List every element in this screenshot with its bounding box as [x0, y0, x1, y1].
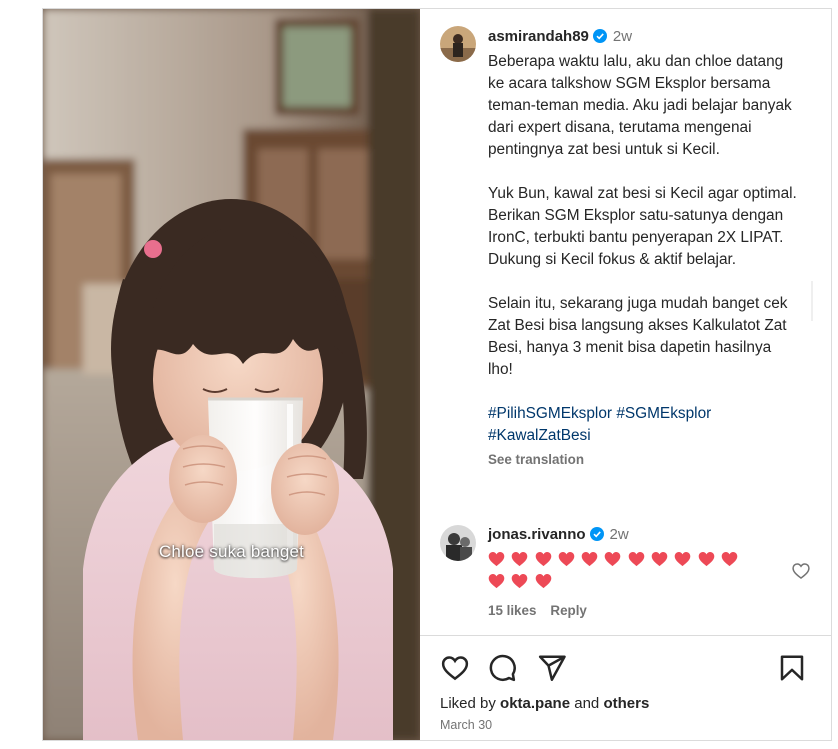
red-heart-emoji-icon	[721, 551, 738, 567]
scrollbar[interactable]	[811, 281, 813, 321]
red-heart-emoji-icon	[581, 551, 598, 567]
video-caption-overlay: Chloe suka banget	[158, 542, 305, 561]
post-time[interactable]: 2w	[613, 28, 632, 45]
comment-likes-count[interactable]: 15 likes	[488, 603, 536, 618]
verified-badge-icon	[589, 527, 604, 541]
liked-by-prefix: Liked by	[440, 695, 496, 712]
red-heart-emoji-icon	[511, 551, 528, 567]
caption-paragraph: Yuk Bun, kawal zat besi si Kecil agar op…	[488, 185, 797, 268]
red-heart-emoji-icon	[535, 551, 552, 567]
reply-button[interactable]: Reply	[550, 603, 586, 618]
red-heart-emoji-icon	[651, 551, 668, 567]
see-translation-button[interactable]: See translation	[488, 449, 798, 471]
red-heart-emoji-icon	[535, 573, 552, 589]
comment-meta: 15 likes Reply	[488, 603, 601, 618]
red-heart-emoji-icon	[488, 551, 505, 567]
comment-header: jonas.rivanno 2w	[488, 526, 629, 544]
red-heart-emoji-icon	[488, 573, 505, 589]
hashtag-link[interactable]: #PilihSGMEksplor	[488, 405, 612, 422]
bookmark-icon[interactable]	[777, 653, 807, 683]
speech-bubble-icon[interactable]	[487, 653, 517, 683]
liked-by-others-link[interactable]: others	[603, 695, 649, 712]
liked-by-user-link[interactable]: okta.pane	[500, 695, 570, 712]
commenter-avatar[interactable]	[440, 525, 476, 561]
red-heart-emoji-icon	[604, 551, 621, 567]
comment-time[interactable]: 2w	[610, 526, 629, 543]
divider	[420, 635, 831, 636]
post-photo	[43, 9, 420, 740]
instagram-post: Chloe suka banget asmirandah89 2w Beberap…	[42, 8, 832, 741]
post-caption: Beberapa waktu lalu, aku dan chloe datan…	[488, 51, 798, 471]
verified-badge-icon	[592, 29, 607, 43]
post-media[interactable]: Chloe suka banget	[43, 9, 420, 740]
hashtag-link[interactable]: #KawalZatBesi	[488, 427, 591, 444]
caption-paragraph: Selain itu, sekarang juga mudah banget c…	[488, 295, 788, 378]
liked-by-and: and	[574, 695, 600, 712]
caption-hashtags: #PilihSGMEksplor #SGMEksplor #KawalZatBes…	[488, 403, 798, 447]
red-heart-emoji-icon	[511, 573, 528, 589]
post-side-panel: asmirandah89 2w Beberapa waktu lalu, aku …	[420, 9, 831, 740]
red-heart-emoji-icon	[698, 551, 715, 567]
red-heart-emoji-icon	[558, 551, 575, 567]
paper-plane-icon[interactable]	[537, 653, 567, 683]
red-heart-emoji-icon	[674, 551, 691, 567]
liked-by: Liked by okta.pane and others	[440, 695, 649, 712]
like-comment-heart-icon[interactable]	[791, 561, 811, 581]
red-heart-emoji-icon	[628, 551, 645, 567]
commenter-username[interactable]: jonas.rivanno	[488, 526, 586, 543]
hashtag-link[interactable]: #SGMEksplor	[616, 405, 711, 422]
post-date[interactable]: March 30	[440, 718, 492, 732]
owner-header: asmirandah89 2w	[488, 28, 632, 46]
heart-outline-icon[interactable]	[440, 653, 470, 683]
caption-paragraph: Beberapa waktu lalu, aku dan chloe datan…	[488, 53, 792, 158]
owner-username[interactable]: asmirandah89	[488, 28, 589, 45]
owner-avatar[interactable]	[440, 26, 476, 62]
comment-text-hearts	[488, 551, 758, 595]
